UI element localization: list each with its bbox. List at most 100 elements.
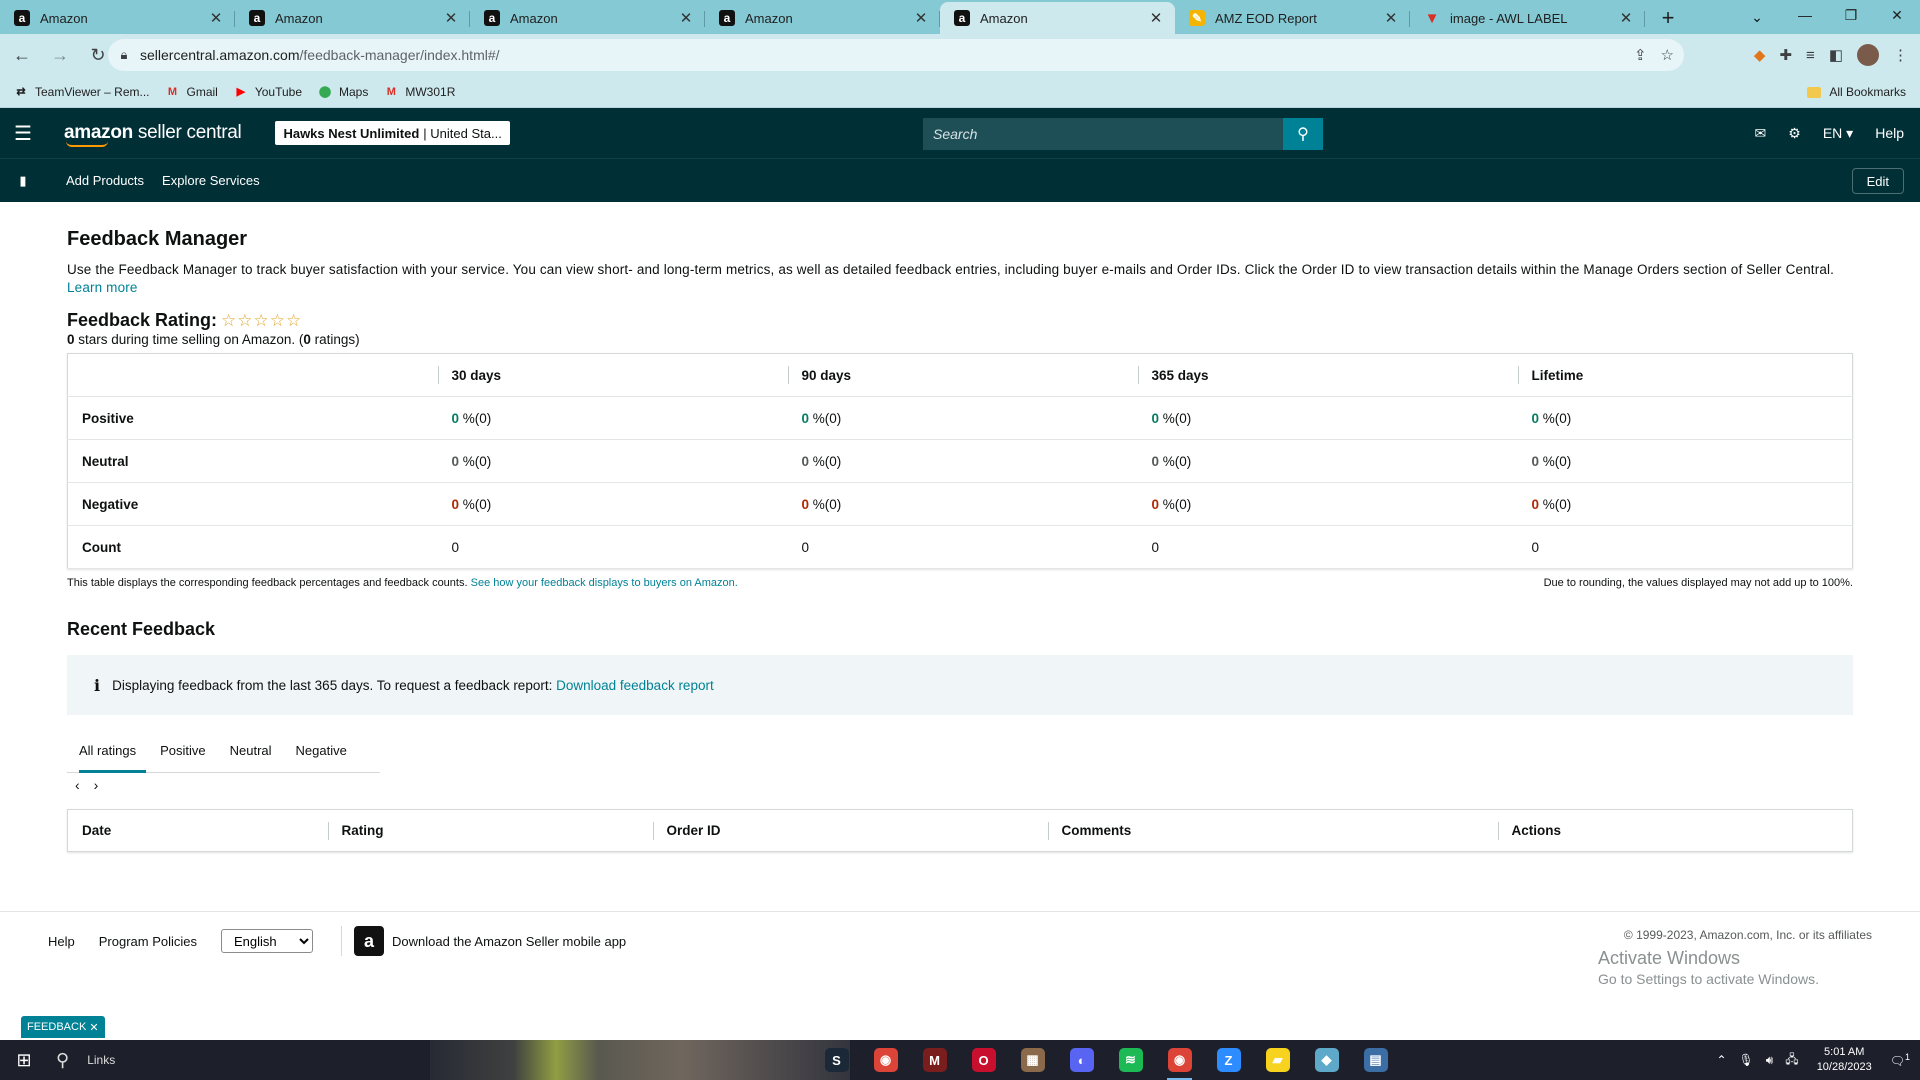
network-icon[interactable]: 🖧	[1785, 1050, 1798, 1071]
taskbar-app[interactable]: ◆	[1302, 1040, 1351, 1080]
row-label: Neutral	[67, 439, 438, 483]
download-report-link[interactable]: Download feedback report	[556, 678, 714, 693]
gear-icon[interactable]: ⚙	[1788, 125, 1801, 142]
taskbar-app[interactable]: M	[910, 1040, 959, 1080]
bookmark-item[interactable]: M MW301R	[384, 85, 456, 99]
table-notes: This table displays the corresponding fe…	[67, 577, 1853, 589]
forward-button[interactable]: →	[44, 39, 76, 71]
chevron-left-icon[interactable]: ‹	[75, 777, 80, 793]
browser-tab[interactable]: a Amazon ✕	[235, 2, 470, 34]
browser-menu-icon[interactable]: ⋮	[1893, 46, 1908, 64]
side-panel-icon[interactable]: ◧	[1829, 46, 1843, 64]
taskbar-app[interactable]: ◐	[1057, 1040, 1106, 1080]
metamask-icon[interactable]: ◆	[1754, 46, 1766, 64]
tab-negative[interactable]: Negative	[284, 729, 359, 772]
maximize-button[interactable]: ❐	[1828, 0, 1874, 30]
bookmark-item[interactable]: ▶ YouTube	[234, 85, 302, 99]
chevron-right-icon[interactable]: ›	[94, 777, 99, 793]
new-tab-button[interactable]: +	[1651, 2, 1685, 34]
window-controls: — ❐ ✕	[1782, 0, 1920, 34]
bookmark-list: ⇄ TeamViewer – Rem... M Gmail ▶ YouTube ⬤ Maps M…	[14, 85, 471, 99]
bookmark-icon[interactable]: ▮	[0, 173, 46, 189]
taskbar-app[interactable]: S	[812, 1040, 861, 1080]
minimize-button[interactable]: —	[1782, 0, 1828, 30]
chevron-up-icon[interactable]: ⌃	[1716, 1053, 1726, 1067]
seller-central-logo[interactable]: amazon seller central	[64, 122, 242, 147]
tab-neutral[interactable]: Neutral	[218, 729, 284, 772]
profile-avatar[interactable]	[1857, 44, 1879, 66]
search-icon[interactable]: ⚲	[1283, 118, 1323, 150]
browser-tab[interactable]: a Amazon ✕	[940, 2, 1175, 34]
address-bar[interactable]: 🔒︎ sellercentral.amazon.com/feedback-man…	[108, 39, 1684, 71]
column-divider	[327, 822, 329, 840]
app-download-promo[interactable]: a Download the Amazon Seller mobile app	[341, 926, 626, 956]
hamburger-menu-icon[interactable]: ☰	[0, 108, 46, 158]
mail-icon[interactable]: ✉	[1755, 125, 1767, 142]
browser-tab[interactable]: a Amazon ✕	[0, 2, 235, 34]
table-header-cell: Order ID	[652, 810, 1048, 852]
help-link[interactable]: Help	[1875, 125, 1904, 141]
learn-more-link[interactable]: Learn more	[67, 280, 138, 295]
footer-language-select[interactable]: English	[221, 929, 314, 953]
opera-icon: O	[971, 1048, 996, 1072]
share-icon[interactable]: ⇪	[1634, 46, 1647, 64]
microphone-icon[interactable]: 🎙︎	[1739, 1053, 1754, 1067]
program-policies-link[interactable]: Program Policies	[99, 934, 197, 949]
taskbar-app[interactable]: ◉	[1155, 1040, 1204, 1080]
seller-search: ⚲	[923, 118, 1323, 150]
back-button[interactable]: ←	[6, 39, 38, 71]
feedback-widget-button[interactable]: FEEDBACK ✕	[21, 1016, 105, 1038]
browser-tab[interactable]: a Amazon ✕	[470, 2, 705, 34]
close-icon[interactable]: ✕	[89, 1021, 98, 1034]
clock[interactable]: 5:01 AM 10/28/2023	[1817, 1045, 1872, 1075]
table-cell: 0	[1517, 525, 1853, 569]
tab-title: Amazon	[40, 10, 88, 26]
browser-tab[interactable]: ▼ image - AWL LABEL ✕	[1410, 2, 1645, 34]
taskbar-app[interactable]: ≋	[1106, 1040, 1155, 1080]
cell-value: 0	[1151, 410, 1160, 426]
close-icon[interactable]: ✕	[1382, 9, 1400, 27]
taskbar-search[interactable]: ⚲ Links	[56, 1050, 115, 1071]
close-icon[interactable]: ✕	[207, 9, 225, 27]
media-queue-icon[interactable]: ≡	[1806, 47, 1815, 64]
column-label: Date	[82, 823, 112, 838]
extensions-puzzle-icon[interactable]: ✚	[1779, 46, 1792, 64]
close-icon[interactable]: ✕	[677, 9, 695, 27]
bookmark-item[interactable]: M Gmail	[166, 85, 218, 99]
close-icon[interactable]: ✕	[1147, 9, 1165, 27]
notification-icon[interactable]: 🗨︎1	[1890, 1052, 1910, 1068]
bookmark-star-icon[interactable]: ☆	[1661, 46, 1674, 64]
taskbar-app[interactable]: O	[959, 1040, 1008, 1080]
cell-value: 0	[451, 496, 460, 512]
store-switcher[interactable]: Hawks Nest Unlimited | United Sta...	[275, 121, 510, 145]
taskbar-app[interactable]: ◉	[861, 1040, 910, 1080]
site-info-icon[interactable]: 🔒︎	[108, 47, 140, 63]
tab-positive[interactable]: Positive	[148, 729, 218, 772]
volume-icon[interactable]: 🔊︎	[1766, 1053, 1774, 1068]
bookmark-item[interactable]: ⇄ TeamViewer – Rem...	[14, 85, 149, 99]
close-icon[interactable]: ✕	[1617, 9, 1635, 27]
seller-search-input[interactable]	[923, 118, 1283, 150]
close-icon[interactable]: ✕	[442, 9, 460, 27]
tab-all-ratings[interactable]: All ratings	[67, 729, 148, 773]
close-icon[interactable]: ✕	[912, 9, 930, 27]
buyer-display-link[interactable]: See how your feedback displays to buyers…	[471, 577, 738, 589]
browser-tab[interactable]: ✎ AMZ EOD Report ✕	[1175, 2, 1410, 34]
tab-search-icon[interactable]: ⌄	[1742, 4, 1772, 30]
close-window-button[interactable]: ✕	[1874, 0, 1920, 30]
taskbar-app[interactable]: ▰	[1253, 1040, 1302, 1080]
language-selector[interactable]: EN ▾	[1823, 125, 1853, 142]
subnav-add-products[interactable]: Add Products	[66, 173, 144, 188]
taskbar-app[interactable]: Z	[1204, 1040, 1253, 1080]
edit-button[interactable]: Edit	[1851, 168, 1904, 194]
taskbar-app[interactable]: ▦	[1008, 1040, 1057, 1080]
bookmark-item[interactable]: ⬤ Maps	[318, 85, 369, 99]
browser-tab[interactable]: a Amazon ✕	[705, 2, 940, 34]
windows-start-icon[interactable]: ⊞	[0, 1040, 48, 1080]
taskbar-app[interactable]: ▤	[1351, 1040, 1400, 1080]
all-bookmarks-button[interactable]: All Bookmarks	[1807, 76, 1906, 108]
activate-windows-watermark: Activate Windows Go to Settings to activ…	[1598, 948, 1819, 987]
subnav-explore-services[interactable]: Explore Services	[162, 173, 260, 188]
cell-suffix: %(0)	[809, 496, 842, 512]
footer-help-link[interactable]: Help	[48, 934, 75, 949]
